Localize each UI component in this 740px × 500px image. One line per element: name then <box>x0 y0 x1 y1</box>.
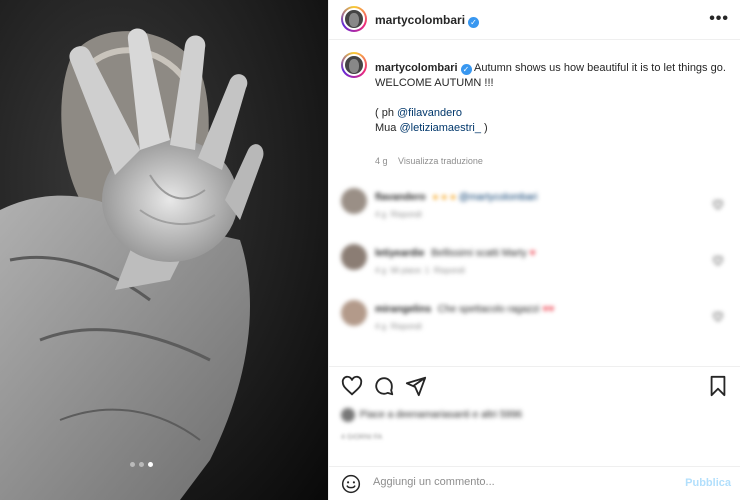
comment-emoji: ♥ <box>529 248 536 259</box>
liker-avatar <box>341 408 355 422</box>
carousel-dot-active <box>148 462 153 467</box>
add-comment-bar: Pubblica <box>329 466 740 500</box>
carousel-dot <box>139 462 144 467</box>
mention-link-mua[interactable]: @letiziamaestri_ <box>399 122 480 134</box>
caption-mua-suffix: ) <box>480 122 488 134</box>
caption-text: martycolombari ✓ Autumn shows us how beau… <box>375 61 730 136</box>
likes-text: Piace a deenamariasanti e altri 5996 <box>359 409 523 421</box>
caption-age: 4 g <box>375 156 388 166</box>
comment-emoji: ♥♥ <box>542 304 555 315</box>
comment-item: mirangelins Che spettacolo ragazzi ♥♥ 4 … <box>341 292 731 348</box>
comment-body: Bellissimi scatti Marty <box>431 248 527 259</box>
commenter-avatar[interactable] <box>341 300 367 326</box>
post-date: 4 GIORNI FA <box>341 434 383 441</box>
comment-emoji: ● ● ● <box>432 192 457 203</box>
publish-button[interactable]: Pubblica <box>685 477 731 489</box>
author-username[interactable]: martycolombari ✓ <box>375 13 480 28</box>
translate-link[interactable]: Visualizza traduzione <box>398 156 483 166</box>
post-image <box>0 0 328 500</box>
instagram-post: martycolombari ✓ ••• martycolombari ✓ Autu… <box>0 0 740 500</box>
like-heart-icon[interactable] <box>341 375 363 397</box>
comment-text: flavandero ● ● ● @martycolombari <box>375 192 537 203</box>
reply-link[interactable]: Rispondi <box>391 210 422 219</box>
post-side-panel: martycolombari ✓ ••• martycolombari ✓ Autu… <box>328 0 740 500</box>
comments-list: flavandero ● ● ● @martycolombari 4 g Ris… <box>341 180 731 360</box>
comment-like-icon[interactable] <box>713 256 723 266</box>
author-avatar[interactable] <box>341 6 367 32</box>
post-photo[interactable] <box>0 0 328 500</box>
reply-link[interactable]: Rispondi <box>434 266 465 275</box>
caption-username[interactable]: martycolombari ✓ <box>375 62 472 75</box>
share-send-icon[interactable] <box>405 375 427 397</box>
emoji-icon[interactable] <box>341 474 361 494</box>
comment-meta: 4 g Rispondi <box>375 210 422 219</box>
caption-avatar[interactable] <box>341 52 367 78</box>
post-header: martycolombari ✓ ••• <box>329 0 740 40</box>
comment-item: flavandero ● ● ● @martycolombari 4 g Ris… <box>341 180 731 236</box>
caption-meta: 4 g Visualizza traduzione <box>375 156 491 166</box>
caption-line1: Autumn shows us how beautiful it is to l… <box>473 62 726 74</box>
verified-badge-icon: ✓ <box>460 64 472 75</box>
verified-badge-icon: ✓ <box>468 17 480 28</box>
carousel-dot <box>130 462 135 467</box>
comment-meta: 4 g Rispondi <box>375 322 422 331</box>
commenter-avatar[interactable] <box>341 188 367 214</box>
mention-link-photographer[interactable]: @filavandero <box>397 107 462 119</box>
comment-bubble-icon[interactable] <box>373 375 395 397</box>
caption-line2: WELCOME AUTUMN !!! <box>375 77 494 89</box>
comment-username[interactable]: mirangelins <box>375 304 431 315</box>
more-options-icon[interactable]: ••• <box>709 10 729 28</box>
comment-body: Che spettacolo ragazzi <box>437 304 540 315</box>
comment-item: letiyeardie Bellissimi scatti Marty ♥ 4 … <box>341 236 731 292</box>
comment-input[interactable] <box>373 476 673 488</box>
comment-mention[interactable]: @martycolombari <box>459 192 538 203</box>
likes-summary[interactable]: Piace a deenamariasanti e altri 5996 <box>341 408 731 422</box>
save-bookmark-icon[interactable] <box>707 375 729 397</box>
comment-text: letiyeardie Bellissimi scatti Marty ♥ <box>375 248 536 259</box>
caption-mua-prefix: Mua <box>375 122 400 134</box>
commenter-avatar[interactable] <box>341 244 367 270</box>
comment-username[interactable]: letiyeardie <box>375 248 424 259</box>
carousel-indicator <box>130 462 153 467</box>
reply-link[interactable]: Rispondi <box>391 322 422 331</box>
comment-like-icon[interactable] <box>713 200 723 210</box>
comment-meta: 4 g Mi piace: 1 Rispondi <box>375 266 465 275</box>
caption-credit-prefix: ( ph <box>375 107 398 119</box>
post-actions <box>329 366 740 402</box>
comment-username[interactable]: flavandero <box>375 192 426 203</box>
comment-like-icon[interactable] <box>713 312 723 322</box>
comment-text: mirangelins Che spettacolo ragazzi ♥♥ <box>375 304 554 315</box>
